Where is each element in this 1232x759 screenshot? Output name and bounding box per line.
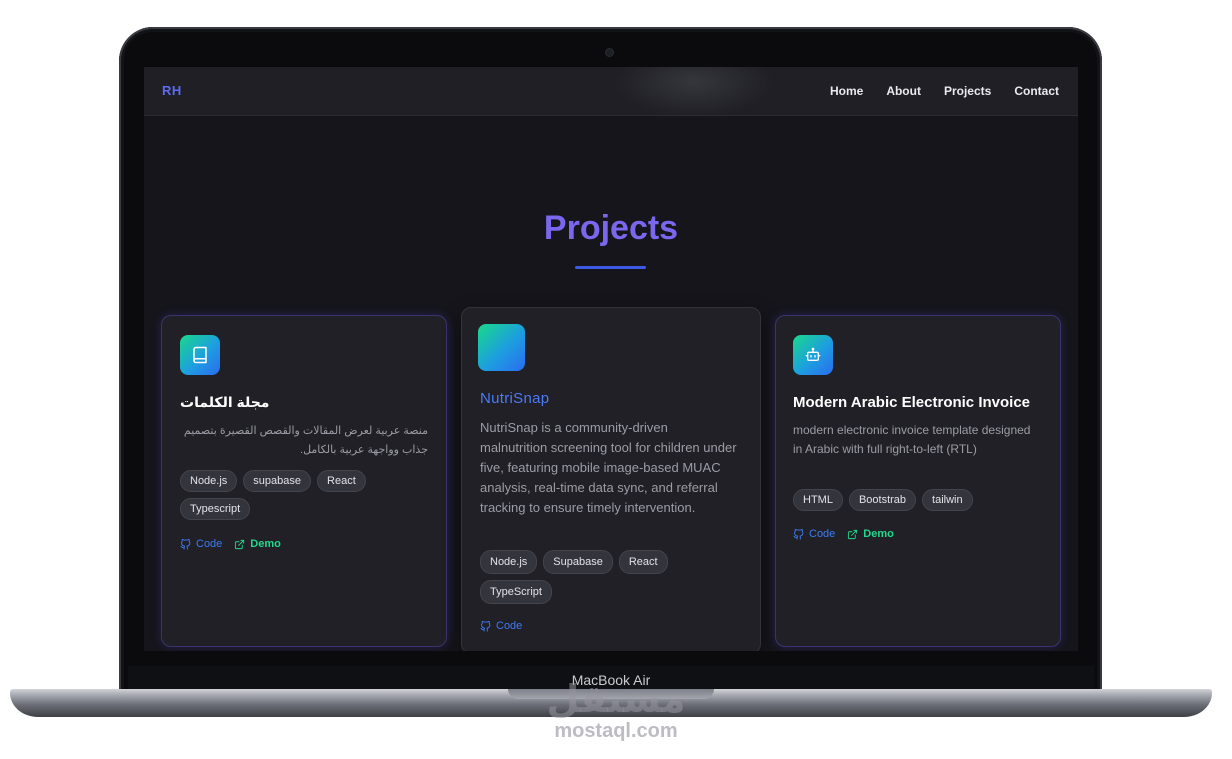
site-logo[interactable]: RH <box>162 83 182 98</box>
project-title: مجلة الكلمات <box>180 394 270 410</box>
demo-link-label: Demo <box>250 538 281 550</box>
tag-list: HTML Bootstrab tailwin <box>793 489 1043 511</box>
gradient-icon <box>478 324 525 371</box>
code-link[interactable]: Code <box>793 528 835 540</box>
nav-links: Home About Projects Contact <box>830 84 1059 98</box>
project-description: NutriSnap is a community-driven malnutri… <box>480 420 737 515</box>
code-link[interactable]: Code <box>180 538 222 550</box>
project-description: منصة عربية لعرض المقالات والقصص القصيرة … <box>183 425 428 456</box>
project-card-kalimat: مجلة الكلمات منصة عربية لعرض المقالات وا… <box>161 315 447 647</box>
code-link-label: Code <box>809 528 836 540</box>
navbar: RH Home About Projects Contact <box>144 67 1078 117</box>
tag: Typescript <box>180 498 251 520</box>
github-icon <box>180 538 191 550</box>
tag-list: Node.js supabase React Typescript <box>180 470 410 520</box>
project-card-invoice: Modern Arabic Electronic Invoice modern … <box>775 315 1061 647</box>
demo-link[interactable]: Demo <box>847 528 894 540</box>
tag: Node.js <box>480 550 538 574</box>
tag: Node.js <box>180 470 238 492</box>
tag: React <box>618 550 668 574</box>
tag: Supabase <box>543 550 613 574</box>
section-title: Projects <box>543 209 679 247</box>
external-link-icon <box>235 539 245 549</box>
project-description: modern electronic invoice template desig… <box>793 423 1031 456</box>
project-title: Modern Arabic Electronic Invoice <box>793 394 1031 411</box>
project-card-nutrisnap: NutriSnap NutriSnap is a community-drive… <box>461 307 761 651</box>
title-underline <box>575 266 646 269</box>
code-link[interactable]: Code <box>480 620 522 632</box>
project-links: Code Demo <box>793 528 894 540</box>
tag: HTML <box>793 489 843 511</box>
watermark-domain: mostaql.com <box>554 720 678 742</box>
nav-link-contact[interactable]: Contact <box>1014 84 1059 98</box>
github-icon <box>480 620 491 632</box>
screen: RH Home About Projects Contact Projects … <box>144 67 1078 651</box>
demo-link[interactable]: Demo <box>234 538 281 550</box>
demo-link-label: Demo <box>863 528 894 540</box>
tag: tailwin <box>922 489 973 511</box>
project-links: Code Demo <box>180 538 281 550</box>
tag: Bootstrab <box>848 489 917 511</box>
tag: supabase <box>243 470 312 492</box>
nav-link-projects[interactable]: Projects <box>944 84 991 98</box>
nav-link-about[interactable]: About <box>886 84 921 98</box>
laptop-chin: MacBook Air <box>128 666 1094 690</box>
camera-icon <box>606 49 613 56</box>
tag: TypeScript <box>480 580 552 604</box>
github-icon <box>793 528 804 540</box>
code-link-label: Code <box>496 620 523 632</box>
project-title: NutriSnap <box>480 390 550 407</box>
project-links: Code <box>480 620 522 632</box>
code-link-label: Code <box>196 538 223 550</box>
book-icon <box>180 335 220 375</box>
tag: React <box>317 470 366 492</box>
nav-glow <box>614 67 774 117</box>
nav-link-home[interactable]: Home <box>830 84 863 98</box>
laptop-notch <box>508 689 714 699</box>
robot-icon <box>793 335 833 375</box>
external-link-icon <box>848 529 858 539</box>
tag-list: Node.js Supabase React TypeScript <box>480 550 730 604</box>
device-label: MacBook Air <box>571 672 651 688</box>
